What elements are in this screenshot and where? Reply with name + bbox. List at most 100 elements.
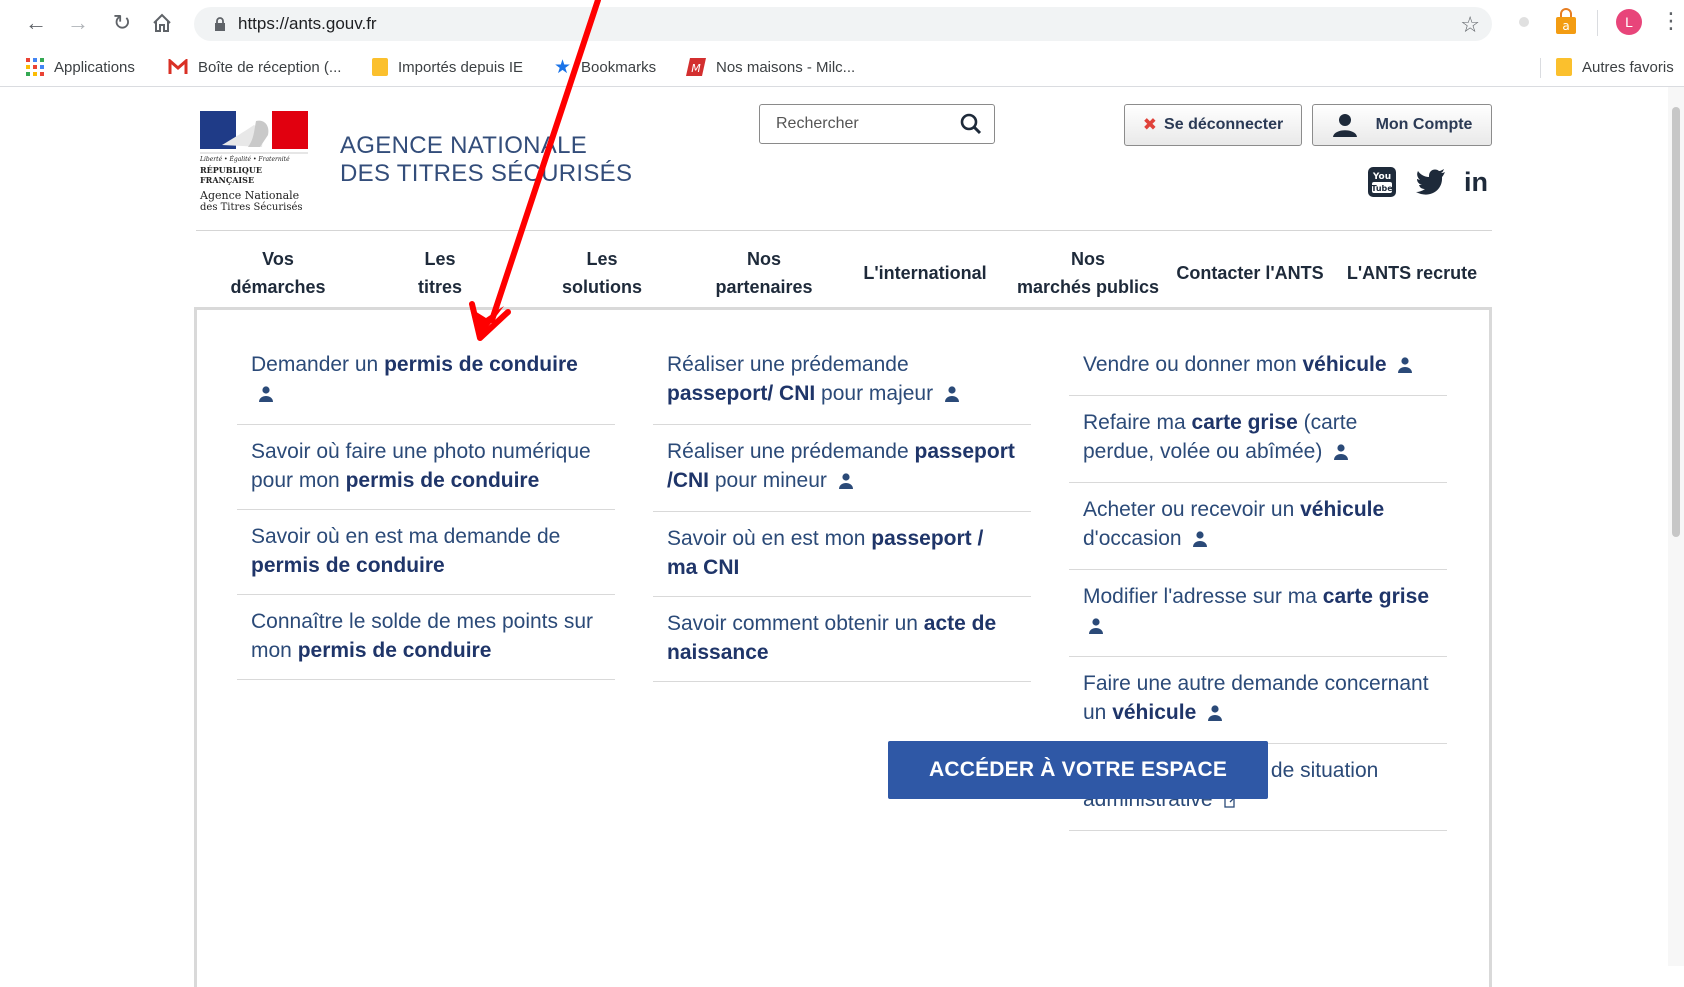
access-space-button[interactable]: ACCÉDER À VOTRE ESPACE xyxy=(888,741,1268,799)
folder-icon xyxy=(1556,57,1572,77)
link-text: Modifier l'adresse sur ma xyxy=(1083,585,1323,608)
account-button[interactable]: Mon Compte xyxy=(1312,104,1492,146)
extension-icon[interactable] xyxy=(1516,14,1532,30)
bookmark-label: Boîte de réception (... xyxy=(198,58,342,76)
logout-button[interactable]: ✖ Se déconnecter xyxy=(1124,104,1302,146)
bookmark-other-favorites[interactable]: Autres favoris xyxy=(1556,56,1674,78)
site-logo-icon: M xyxy=(686,58,706,76)
bookmark-star-icon[interactable]: ☆ xyxy=(1460,12,1480,38)
link-text: Savoir où en est ma demande de xyxy=(251,525,561,548)
list-item[interactable]: Demander un permis de conduire xyxy=(237,338,615,425)
reload-icon[interactable]: ↻ xyxy=(108,9,136,37)
link-text: Savoir comment obtenir un xyxy=(667,612,924,635)
shopping-extension-icon[interactable]: a xyxy=(1554,8,1578,41)
nav-line2: partenaires xyxy=(715,277,813,297)
list-item[interactable]: Réaliser une prédemande passeport /CNI p… xyxy=(653,425,1031,512)
column-passeport: Réaliser une prédemande passeport/ CNI p… xyxy=(653,338,1031,682)
nav-line2: titres xyxy=(417,277,462,297)
url-text: https://ants.gouv.fr xyxy=(238,14,377,33)
bookmark-nos-maisons[interactable]: M Nos maisons - Milc... xyxy=(686,56,855,78)
bookmark-label: Importés depuis IE xyxy=(398,58,524,76)
nav-line1: Nos xyxy=(1070,249,1105,269)
nav-ants-recrute[interactable]: L'ANTS recrute xyxy=(1338,259,1486,287)
list-item[interactable]: Savoir où faire une photo numérique pour… xyxy=(237,425,615,510)
person-icon xyxy=(1193,526,1208,555)
linkedin-icon[interactable]: in xyxy=(1464,169,1488,196)
nav-international[interactable]: L'international xyxy=(852,259,998,287)
page-scrollbar[interactable] xyxy=(1668,87,1684,966)
lock-icon xyxy=(215,17,225,31)
link-bold: permis de conduire xyxy=(384,353,578,376)
link-bold: carte grise xyxy=(1191,411,1298,434)
youtube-icon[interactable]: You Tube xyxy=(1368,167,1396,202)
address-bar[interactable]: https://ants.gouv.fr ☆ xyxy=(194,7,1492,41)
agency-name[interactable]: AGENCE NATIONALE DES TITRES SÉCURISÉS xyxy=(340,132,632,188)
person-icon xyxy=(1089,613,1103,642)
gmail-icon xyxy=(168,59,188,75)
nav-line2: L'ANTS recrute xyxy=(1346,263,1478,283)
logo-agency-line1: Agence Nationale xyxy=(200,189,300,202)
menu-kebab-icon[interactable]: ⋮ xyxy=(1660,8,1682,34)
link-bold: permis de conduire xyxy=(345,469,540,492)
link-text: Demander un xyxy=(251,353,385,376)
list-item[interactable]: Acheter ou recevoir un véhicule d'occasi… xyxy=(1069,483,1447,570)
person-icon xyxy=(944,381,959,410)
bookmark-applications[interactable]: Applications xyxy=(26,56,135,78)
link-text: Savoir où en est mon xyxy=(667,527,872,550)
nav-line2: Contacter l'ANTS xyxy=(1176,263,1324,283)
marianne-logo[interactable]: Liberté • Égalité • Fraternité RÉPUBLIQU… xyxy=(198,109,310,213)
link-text: Réaliser une prédemande xyxy=(667,440,915,463)
link-text: Réaliser une prédemande xyxy=(667,353,909,376)
link-bold: véhicule xyxy=(1112,701,1197,724)
toolbar-separator xyxy=(1597,10,1598,36)
list-item[interactable]: Savoir comment obtenir un acte de naissa… xyxy=(653,597,1031,682)
logo-motto: Liberté • Égalité • Fraternité xyxy=(200,156,290,163)
nav-contacter-ants[interactable]: Contacter l'ANTS xyxy=(1168,259,1332,287)
nav-line1: Nos xyxy=(746,249,781,269)
logout-label: Se déconnecter xyxy=(1164,116,1284,133)
person-icon xyxy=(1208,700,1223,729)
bookmark-label: Bookmarks xyxy=(581,58,657,76)
user-icon xyxy=(1332,113,1358,137)
nav-les-solutions[interactable]: Les solutions xyxy=(550,245,654,301)
search-input[interactable]: Rechercher xyxy=(759,104,995,144)
svg-text:Tube: Tube xyxy=(1371,184,1393,193)
header-divider xyxy=(196,230,1492,231)
nav-marches-publics[interactable]: Nos marchés publics xyxy=(1008,245,1168,301)
svg-text:a: a xyxy=(1562,19,1569,33)
nav-nos-partenaires[interactable]: Nos partenaires xyxy=(704,245,824,301)
list-item[interactable]: Modifier l'adresse sur ma carte grise xyxy=(1069,570,1447,657)
back-icon[interactable]: ← xyxy=(22,9,50,37)
list-item[interactable]: Savoir où en est ma demande de permis de… xyxy=(237,510,615,595)
bookmark-bookmarks[interactable]: ★ Bookmarks xyxy=(554,56,656,78)
nav-vos-demarches[interactable]: Vos démarches xyxy=(220,245,336,301)
link-text-after: d'occasion xyxy=(1083,527,1182,550)
forward-icon[interactable]: → xyxy=(64,9,92,37)
bookmark-ie-folder[interactable]: Importés depuis IE xyxy=(372,56,523,78)
list-item[interactable]: Réaliser une prédemande passeport/ CNI p… xyxy=(653,338,1031,425)
list-item[interactable]: Vendre ou donner mon véhicule xyxy=(1069,338,1447,396)
column-permis: Demander un permis de conduire Savoir où… xyxy=(237,338,615,680)
svg-text:M: M xyxy=(691,62,701,75)
logo-republique: RÉPUBLIQUE FRANÇAISE xyxy=(200,165,262,185)
demarches-panel: Demander un permis de conduire Savoir où… xyxy=(194,307,1492,987)
list-item[interactable]: Savoir où en est mon passeport / ma CNI xyxy=(653,512,1031,597)
list-item[interactable]: Connaître le solde de mes points sur mon… xyxy=(237,595,615,680)
nav-les-titres[interactable]: Les titres xyxy=(396,245,484,301)
list-item[interactable]: Refaire ma carte grise (carte perdue, vo… xyxy=(1069,396,1447,483)
person-icon xyxy=(259,381,273,410)
twitter-icon[interactable] xyxy=(1416,169,1446,200)
list-item[interactable]: Faire une autre demande concernant un vé… xyxy=(1069,657,1447,744)
scrollbar-thumb[interactable] xyxy=(1672,107,1680,537)
nav-line1: Les xyxy=(586,249,618,269)
browser-toolbar: ← → ↻ https://ants.gouv.fr ☆ a L ⋮ xyxy=(0,0,1684,48)
bookmark-label: Autres favoris xyxy=(1582,58,1674,76)
link-bold: passeport/ CNI xyxy=(667,382,816,405)
person-icon xyxy=(838,468,853,497)
link-text: Vendre ou donner mon xyxy=(1083,353,1303,376)
profile-avatar[interactable]: L xyxy=(1616,9,1642,35)
search-icon[interactable] xyxy=(960,113,982,140)
bookmark-gmail[interactable]: Boîte de réception (... xyxy=(168,56,341,78)
apps-grid-icon xyxy=(26,58,44,76)
home-icon[interactable] xyxy=(148,9,176,37)
